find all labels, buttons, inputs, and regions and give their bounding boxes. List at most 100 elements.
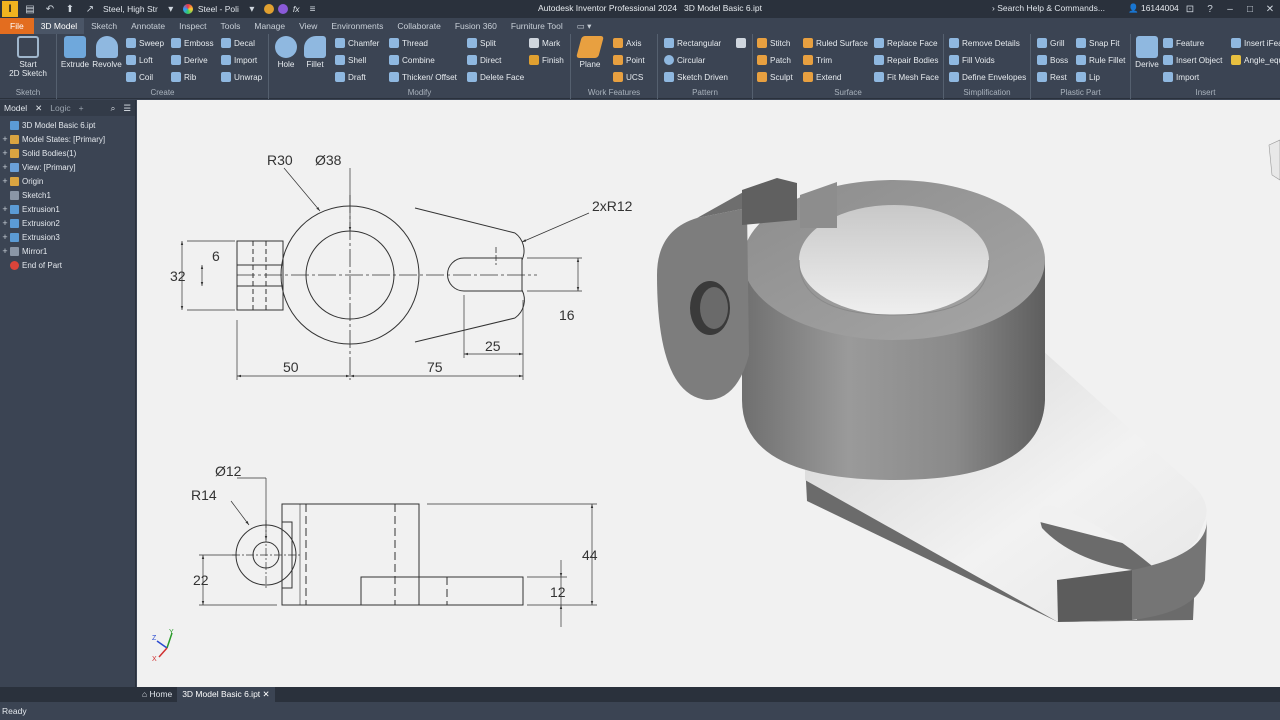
- customize-icon[interactable]: ≡: [306, 2, 320, 16]
- fill-voids-button[interactable]: Fill Voids: [949, 55, 995, 65]
- tab-fusion-360[interactable]: Fusion 360: [448, 18, 504, 34]
- delete-face-button[interactable]: Delete Face: [467, 72, 524, 82]
- maximize-icon[interactable]: □: [1243, 2, 1257, 16]
- update-icon[interactable]: ⬆: [63, 2, 77, 16]
- browser-tab-model[interactable]: Model: [0, 103, 31, 113]
- menu-icon[interactable]: ☰: [119, 103, 135, 114]
- tab-tools[interactable]: Tools: [214, 18, 248, 34]
- close-icon[interactable]: ✕: [263, 689, 270, 699]
- inventor-logo[interactable]: I: [2, 1, 18, 17]
- rule-fillet-button[interactable]: Rule Fillet: [1076, 55, 1125, 65]
- home-tab[interactable]: ⌂ Home: [137, 687, 177, 702]
- grill-button[interactable]: Grill: [1037, 38, 1065, 48]
- minimize-icon[interactable]: –: [1223, 2, 1237, 16]
- close-icon[interactable]: ✕: [31, 103, 46, 114]
- expand-icon[interactable]: +: [0, 204, 10, 214]
- import-button[interactable]: Import: [221, 55, 257, 65]
- clear-appearance-icon[interactable]: [263, 4, 274, 14]
- chevron-down-icon[interactable]: ▾: [245, 2, 259, 16]
- unwrap-button[interactable]: Unwrap: [221, 72, 262, 82]
- appearance-select[interactable]: Steel - Poli: [198, 4, 239, 14]
- user-account[interactable]: 👤 16144004: [1128, 3, 1179, 14]
- tree-item[interactable]: + Origin: [0, 174, 135, 188]
- fx-icon[interactable]: fx: [293, 4, 300, 14]
- loft-button[interactable]: Loft: [126, 55, 153, 65]
- tree-item[interactable]: + Solid Bodies(1): [0, 146, 135, 160]
- derive-insert-button[interactable]: Derive: [1133, 36, 1161, 69]
- mark-button[interactable]: Mark: [529, 38, 560, 48]
- sculpt-button[interactable]: Sculpt: [757, 72, 793, 82]
- expand-icon[interactable]: +: [0, 232, 10, 242]
- tab-annotate[interactable]: Annotate: [124, 18, 172, 34]
- tree-item[interactable]: Sketch1: [0, 188, 135, 202]
- stitch-button[interactable]: Stitch: [757, 38, 790, 48]
- ribbon-toggle-icon[interactable]: ▭ ▾: [570, 18, 599, 34]
- document-tab[interactable]: 3D Model Basic 6.ipt ✕: [177, 687, 275, 702]
- patch-button[interactable]: Patch: [757, 55, 791, 65]
- fit-mesh-face-button[interactable]: Fit Mesh Face: [874, 72, 939, 82]
- rest-button[interactable]: Rest: [1037, 72, 1067, 82]
- tab-3d-model[interactable]: 3D Model: [33, 18, 85, 34]
- expand-icon[interactable]: +: [0, 246, 10, 256]
- fillet-button[interactable]: Fillet: [301, 36, 329, 69]
- rectangular-pattern-button[interactable]: Rectangular: [664, 38, 721, 48]
- insert-object-button[interactable]: Insert Object: [1163, 55, 1222, 65]
- search-field[interactable]: › Search Help & Commands...: [992, 3, 1105, 13]
- extrude-button[interactable]: Extrude: [60, 36, 90, 69]
- axis-button[interactable]: Axis: [613, 38, 641, 48]
- tab-collaborate[interactable]: Collaborate: [390, 18, 447, 34]
- rib-button[interactable]: Rib: [171, 72, 196, 82]
- tree-item[interactable]: End of Part: [0, 258, 135, 272]
- undo-icon[interactable]: ↶: [43, 2, 57, 16]
- close-icon[interactable]: ✕: [1263, 2, 1277, 16]
- tab-environments[interactable]: Environments: [324, 18, 390, 34]
- expand-icon[interactable]: +: [0, 162, 10, 172]
- remove-details-button[interactable]: Remove Details: [949, 38, 1020, 48]
- cart-icon[interactable]: ⊡: [1183, 2, 1197, 16]
- define-envelopes-button[interactable]: Define Envelopes: [949, 72, 1026, 82]
- draft-button[interactable]: Draft: [335, 72, 366, 82]
- revolve-button[interactable]: Revolve: [91, 36, 123, 69]
- import-insert-button[interactable]: Import: [1163, 72, 1199, 82]
- decal-button[interactable]: Decal: [221, 38, 255, 48]
- boss-button[interactable]: Boss: [1037, 55, 1068, 65]
- chamfer-button[interactable]: Chamfer: [335, 38, 379, 48]
- tree-item[interactable]: 3D Model Basic 6.ipt: [0, 118, 135, 132]
- add-tab-icon[interactable]: +: [75, 103, 88, 113]
- circular-pattern-button[interactable]: Circular: [664, 55, 705, 65]
- expand-icon[interactable]: +: [0, 218, 10, 228]
- coil-button[interactable]: Coil: [126, 72, 153, 82]
- tab-sketch[interactable]: Sketch: [84, 18, 124, 34]
- hole-button[interactable]: Hole: [272, 36, 300, 69]
- browser-tab-logic[interactable]: Logic: [46, 103, 74, 113]
- tree-item[interactable]: + Extrusion3: [0, 230, 135, 244]
- tree-item[interactable]: + Model States: [Primary]: [0, 132, 135, 146]
- sweep-button[interactable]: Sweep: [126, 38, 164, 48]
- tab-file[interactable]: File: [0, 18, 34, 34]
- combine-button[interactable]: Combine: [389, 55, 435, 65]
- tree-item[interactable]: + Extrusion1: [0, 202, 135, 216]
- chevron-down-icon[interactable]: ▾: [164, 2, 178, 16]
- extend-button[interactable]: Extend: [803, 72, 842, 82]
- plane-button[interactable]: Plane: [575, 36, 605, 69]
- expand-icon[interactable]: +: [0, 134, 10, 144]
- emboss-button[interactable]: Emboss: [171, 38, 214, 48]
- thread-button[interactable]: Thread: [389, 38, 428, 48]
- select-icon[interactable]: ↗: [83, 2, 97, 16]
- tree-item[interactable]: + Mirror1: [0, 244, 135, 258]
- mirror-button[interactable]: [736, 38, 749, 48]
- tree-item[interactable]: + View: [Primary]: [0, 160, 135, 174]
- snap-fit-button[interactable]: Snap Fit: [1076, 38, 1120, 48]
- shell-button[interactable]: Shell: [335, 55, 366, 65]
- trim-button[interactable]: Trim: [803, 55, 832, 65]
- feature-button[interactable]: Feature: [1163, 38, 1204, 48]
- expand-icon[interactable]: +: [0, 148, 10, 158]
- derive-button[interactable]: Derive: [171, 55, 208, 65]
- save-icon[interactable]: ▤: [23, 2, 37, 16]
- expand-icon[interactable]: +: [0, 176, 10, 186]
- adjust-icon[interactable]: [277, 4, 288, 14]
- split-button[interactable]: Split: [467, 38, 496, 48]
- tab-view[interactable]: View: [292, 18, 324, 34]
- ucs-button[interactable]: UCS: [613, 72, 643, 82]
- ruled-surface-button[interactable]: Ruled Surface: [803, 38, 868, 48]
